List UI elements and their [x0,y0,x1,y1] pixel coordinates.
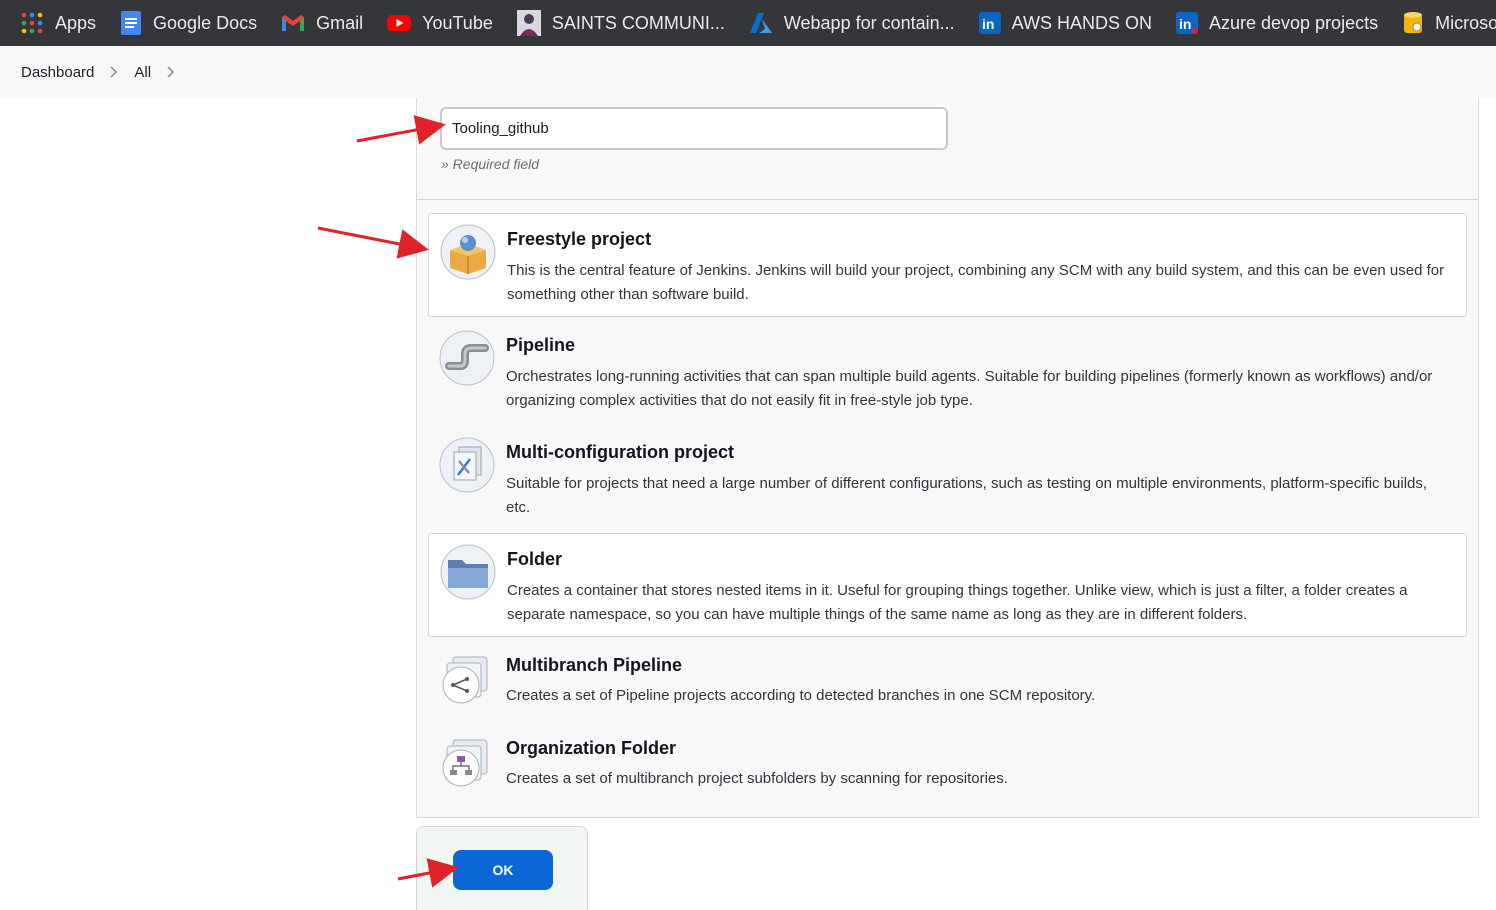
bookmark-azure-devop[interactable]: in Azure devop projects [1175,12,1379,34]
linkedin-icon: in [1175,12,1198,34]
chevron-right-icon[interactable] [167,66,175,78]
bookmark-label: Google Docs [153,12,258,33]
google-docs-icon [121,11,142,35]
item-name-input[interactable] [440,107,948,150]
bookmark-webapp[interactable]: Webapp for contain... [749,12,955,34]
bookmarks-bar: Apps Google Docs Gmail YouTube SAINTS CO… [0,0,1496,46]
bookmark-label: Gmail [316,12,364,33]
breadcrumb: Dashboard All [0,46,1496,98]
bookmark-gmail[interactable]: Gmail [281,13,363,34]
bookmark-saints[interactable]: SAINTS COMMUNI... [516,10,725,36]
folder-icon [440,544,496,600]
item-type-description: Creates a container that stores nested i… [507,582,1408,623]
linkedin-icon: in [978,12,1001,34]
item-type-title: Multibranch Pipeline [506,655,683,675]
required-field-note: » Required field [441,156,540,172]
breadcrumb-dashboard[interactable]: Dashboard [21,64,94,81]
freestyle-box-icon [440,224,496,280]
gmail-icon [282,15,305,31]
bookmark-apps[interactable]: Apps [20,11,96,35]
bookmark-label: Azure devop projects [1208,12,1379,33]
bookmark-google-docs[interactable]: Google Docs [120,10,257,36]
item-type-description: Suitable for projects that need a large … [506,475,1428,516]
item-type-title: Folder [507,549,563,569]
multi-config-icon [439,437,495,493]
svg-text:in: in [982,16,994,32]
item-type-description: Creates a set of multibranch project sub… [506,770,1008,787]
saints-avatar-icon [516,10,541,36]
svg-text:in: in [1179,16,1191,32]
pipeline-pipe-icon [439,330,495,386]
new-item-panel: » Required field Freestyle project This … [416,98,1479,818]
item-type-multi-configuration[interactable]: Multi-configuration project Suitable for… [428,427,1467,531]
azure-icon [749,13,772,33]
annotation-arrow-freestyle [317,226,429,259]
breadcrumb-all[interactable]: All [134,64,151,81]
apps-grid-icon [21,12,43,34]
bookmark-label: Apps [55,12,97,33]
ok-button[interactable]: OK [453,850,553,890]
bookmark-aws-hands-on[interactable]: in AWS HANDS ON [978,12,1152,34]
ok-button-area: OK [416,826,588,910]
item-name-section: » Required field [417,98,1478,200]
item-type-title: Pipeline [506,335,576,355]
item-type-description: Creates a set of Pipeline projects accor… [506,687,1096,704]
item-type-title: Organization Folder [506,738,677,758]
item-type-title: Multi-configuration project [506,442,734,462]
bookmark-microsoft[interactable]: Microso [1402,11,1496,35]
item-type-multibranch-pipeline[interactable]: Multibranch Pipeline Creates a set of Pi… [428,642,1467,722]
database-icon [1404,12,1423,33]
bookmark-label: AWS HANDS ON [1011,12,1152,33]
item-type-description: Orchestrates long-running activities tha… [506,368,1433,409]
item-type-organization-folder[interactable]: Organization Folder Creates a set of mul… [428,725,1467,805]
bookmark-label: YouTube [422,12,493,33]
item-type-folder[interactable]: Folder Creates a container that stores n… [428,533,1467,637]
chevron-right-icon[interactable] [110,66,118,78]
item-type-freestyle[interactable]: Freestyle project This is the central fe… [428,213,1467,317]
item-type-pipeline[interactable]: Pipeline Orchestrates long-running activ… [428,320,1467,424]
multibranch-icon [442,656,488,704]
organization-folder-icon [442,739,488,787]
bookmark-label: Webapp for contain... [783,12,955,33]
bookmark-youtube[interactable]: YouTube [387,13,493,34]
youtube-icon [387,15,412,31]
item-type-description: This is the central feature of Jenkins. … [507,262,1445,303]
bookmark-label: SAINTS COMMUNI... [551,12,725,33]
item-type-title: Freestyle project [507,229,652,249]
bookmark-label: Microso [1435,12,1496,33]
